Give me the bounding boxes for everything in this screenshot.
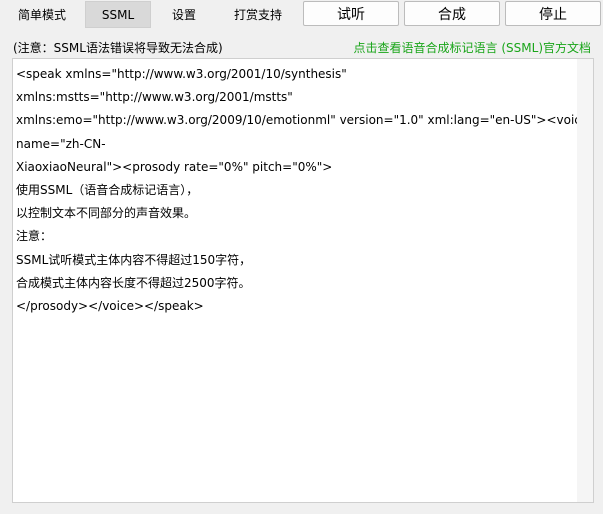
editor-line: 注意： (16, 229, 53, 244)
editor-line: <speak xmlns="http://www.w3.org/2001/10/… (16, 67, 347, 81)
editor-line: name="zh-CN- (16, 136, 106, 151)
editor-scrollbar[interactable] (577, 59, 593, 502)
editor-line: 使用SSML（语音合成标记语言）， (16, 183, 199, 198)
listen-button[interactable]: 试听 (303, 1, 399, 26)
stop-button[interactable]: 停止 (505, 1, 601, 26)
ssml-docs-link[interactable]: 点击查看语音合成标记语言 (SSML)官方文档 (354, 39, 591, 56)
tab-donate[interactable]: 打赏支持 (220, 1, 296, 28)
editor-line: </prosody></voice></speak> (16, 299, 204, 314)
editor-line: xmlns:mstts="http://www.w3.org/2001/mstt… (16, 90, 293, 105)
editor-line: 合成模式主体内容长度不得超过2500字符。 (16, 275, 251, 290)
editor-line: SSML试听模式主体内容不得超过150字符， (16, 252, 252, 267)
synthesize-button[interactable]: 合成 (404, 1, 500, 26)
tab-settings[interactable]: 设置 (152, 1, 216, 28)
tab-simple-mode[interactable]: 简单模式 (0, 1, 84, 28)
ssml-notice: (注意：SSML语法错误将导致无法合成) (13, 41, 223, 55)
editor-line: xmlns:emo="http://www.w3.org/2009/10/emo… (16, 113, 589, 128)
tab-ssml[interactable]: SSML (85, 1, 151, 28)
ssml-editor[interactable]: <speak xmlns="http://www.w3.org/2001/10/… (12, 58, 594, 503)
editor-line: 以控制文本不同部分的声音效果。 (16, 206, 197, 221)
editor-line: XiaoxiaoNeural"><prosody rate="0%" pitch… (16, 159, 333, 174)
